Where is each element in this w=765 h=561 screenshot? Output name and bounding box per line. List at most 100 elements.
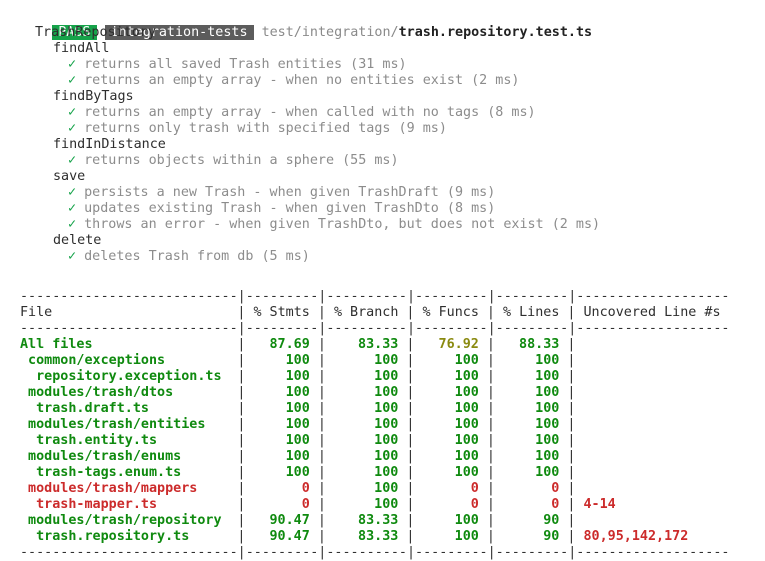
column-header: % Funcs (422, 305, 479, 320)
column-divider: | (237, 497, 246, 512)
column-divider: | (486, 513, 495, 528)
cell-funcs: 100 (454, 401, 479, 416)
check-icon: ✓ (68, 185, 77, 200)
cell-stmts: 100 (285, 353, 310, 368)
column-divider: | (406, 433, 415, 448)
column-divider: | (567, 529, 576, 544)
table-row: modules/trash/repository 90.47 83.33 100 90 |… (20, 513, 740, 529)
test-case: ✓ returns an empty array - when called w… (68, 105, 536, 121)
cell-lines: 100 (535, 385, 560, 400)
cell-branch: 100 (374, 449, 399, 464)
column-header: % Branch (333, 305, 399, 320)
column-divider: | (567, 369, 576, 384)
column-divider: | (486, 385, 495, 400)
column-divider: | (406, 305, 415, 320)
test-case: ✓ deletes Trash from db (5 ms) (68, 249, 310, 265)
column-divider: | (567, 481, 576, 496)
cell-branch: 100 (374, 433, 399, 448)
cell-branch: 100 (374, 385, 399, 400)
column-divider: | (317, 449, 326, 464)
test-case: ✓ returns all saved Trash entities (31 m… (68, 57, 407, 73)
cell-lines: 100 (535, 417, 560, 432)
cell-funcs: 100 (454, 353, 479, 368)
column-divider: | (567, 497, 576, 512)
test-name: persists a new Trash - when given TrashD… (84, 185, 496, 200)
column-divider: | (567, 433, 576, 448)
cell-stmts: 90.47 (269, 513, 310, 528)
file-cell: All files (20, 337, 93, 352)
suite-group: findAll (53, 41, 110, 56)
cell-lines: 88.33 (519, 337, 560, 352)
cell-lines: 100 (535, 465, 560, 480)
column-divider: | (567, 353, 576, 368)
test-file-name: trash.repository.test.ts (398, 25, 593, 40)
cell-funcs: 100 (454, 449, 479, 464)
cell-uncovered: 80,95,142,172 (583, 529, 689, 544)
test-case: ✓ returns objects within a sphere (55 ms… (68, 153, 399, 169)
column-divider: | (317, 305, 326, 320)
column-divider: | (486, 529, 495, 544)
cell-stmts: 0 (301, 481, 310, 496)
column-header: % Lines (503, 305, 560, 320)
cell-branch: 100 (374, 481, 399, 496)
test-case: ✓ throws an error - when given TrashDto,… (68, 217, 600, 233)
table-row: modules/trash/entities 100 100 100 100 | | | | | (20, 417, 740, 433)
column-divider: | (406, 337, 415, 352)
column-divider: | (237, 449, 246, 464)
table-row: trash-tags.enum.ts 100 100 100 100 | | | | | (20, 465, 740, 481)
column-divider: | (317, 465, 326, 480)
column-divider: | (317, 513, 326, 528)
cell-stmts: 100 (285, 401, 310, 416)
column-divider: | (486, 337, 495, 352)
cell-branch: 83.33 (358, 529, 399, 544)
column-divider: | (567, 465, 576, 480)
column-divider: | (486, 497, 495, 512)
check-icon: ✓ (68, 105, 77, 120)
cell-lines: 90 (543, 513, 560, 528)
cell-funcs: 100 (454, 433, 479, 448)
test-name: deletes Trash from db (5 ms) (84, 249, 310, 264)
cell-stmts: 100 (285, 433, 310, 448)
table-row: All files 87.69 83.33 76.92 88.33 | | | | | (20, 337, 740, 353)
cell-stmts: 0 (301, 497, 310, 512)
test-file-dir: test/integration/ (261, 25, 399, 40)
test-case: ✓ returns an empty array - when no entit… (68, 73, 519, 89)
suite-group: save (53, 169, 86, 184)
file-cell: repository.exception.ts (36, 369, 222, 384)
cell-branch: 83.33 (358, 337, 399, 352)
table-row: trash.draft.ts 100 100 100 100 | | | | | (20, 401, 740, 417)
table-row: modules/trash/dtos 100 100 100 100 | | | | | (20, 385, 740, 401)
file-cell: common/exceptions (28, 353, 166, 368)
cell-stmts: 90.47 (269, 529, 310, 544)
check-icon: ✓ (68, 73, 77, 88)
terminal-output: PASS integration-tests test/integration/tr… (0, 0, 765, 560)
test-name: throws an error - when given TrashDto, b… (84, 217, 601, 232)
column-divider: | (237, 385, 246, 400)
column-divider: | (486, 401, 495, 416)
column-divider: | (567, 385, 576, 400)
column-divider: | (567, 337, 576, 352)
table-separator: ---------------------------|---------|--… (20, 321, 730, 336)
cell-branch: 100 (374, 417, 399, 432)
column-divider: | (317, 385, 326, 400)
table-header: File % Stmts % Branch % Funcs % Lines Uncover… (20, 305, 740, 321)
test-name: returns objects within a sphere (55 ms) (84, 153, 399, 168)
column-divider: | (237, 353, 246, 368)
column-divider: | (486, 369, 495, 384)
cell-stmts: 100 (285, 465, 310, 480)
cell-funcs: 0 (470, 481, 479, 496)
cell-lines: 100 (535, 369, 560, 384)
file-cell: modules/trash/enums (28, 449, 182, 464)
column-divider: | (567, 449, 576, 464)
column-divider: | (237, 529, 246, 544)
column-divider: | (237, 433, 246, 448)
column-divider: | (486, 481, 495, 496)
table-row: trash-mapper.ts 0 100 0 0 4-14 | | | | | (20, 497, 740, 513)
cell-funcs: 100 (454, 529, 479, 544)
column-divider: | (406, 465, 415, 480)
column-divider: | (237, 465, 246, 480)
cell-funcs: 76.92 (438, 337, 479, 352)
column-divider: | (237, 513, 246, 528)
file-cell: modules/trash/repository (28, 513, 222, 528)
column-divider: | (406, 513, 415, 528)
